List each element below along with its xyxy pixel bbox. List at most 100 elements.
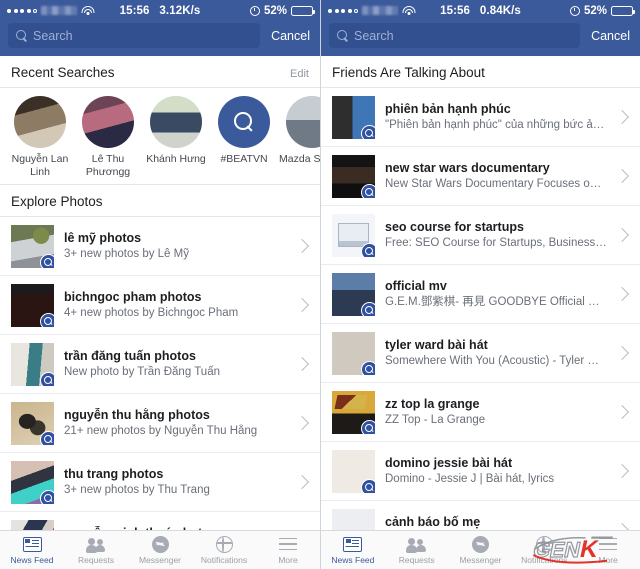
left-status-bar: 15:56 3.12K/s 52% <box>0 0 320 21</box>
list-item-subtitle: New Star Wars Documentary Focuses on the… <box>385 178 607 190</box>
chevron-right-icon <box>614 522 630 530</box>
notifications-globe-icon <box>215 535 233 553</box>
recent-searches-strip[interactable]: Nguyễn Lan Linh Lê Thu Phươngg Khánh Hưn… <box>0 88 320 185</box>
carrier-name-blurred <box>41 6 77 15</box>
list-item-subtitle: Domino - Jessie J | Bài hát, lyrics <box>385 473 555 485</box>
list-item[interactable]: domino jessie bài hát Domino - Jessie J … <box>321 442 640 501</box>
search-badge-icon <box>361 419 375 434</box>
right-status-left <box>328 6 415 16</box>
tab-label: Notifications <box>521 554 568 565</box>
left-status-time: 15:56 <box>119 4 150 17</box>
list-item-title: domino jessie bài hát <box>385 456 513 470</box>
list-item-text: cảnh báo bố mẹ Cảnh báo bố mẹ: 6 tình hu… <box>385 515 607 530</box>
right-search-input[interactable]: Search <box>329 23 581 48</box>
list-item-text: phiên bản hạnh phúc "Phiên bản hạnh phúc… <box>385 102 607 132</box>
recent-searches-header: Recent Searches Edit <box>0 56 320 88</box>
tab-messenger[interactable]: Messenger <box>449 535 513 565</box>
list-item[interactable]: phiên bản hạnh phúc "Phiên bản hạnh phúc… <box>321 88 640 147</box>
list-item[interactable]: zz top la grange ZZ Top - La Grange <box>321 383 640 442</box>
list-item[interactable]: lê mỹ photos 3+ new photos by Lê Mỹ <box>0 217 320 276</box>
list-item[interactable]: bichngoc pham photos 4+ new photos by Bi… <box>0 276 320 335</box>
search-icon <box>337 30 348 41</box>
list-item-subtitle: 3+ new photos by Lê Mỹ <box>64 248 189 260</box>
left-battery-percent: 52% <box>263 4 287 17</box>
tab-label: Notifications <box>200 554 248 565</box>
explore-photos-title: Explore Photos <box>11 194 103 209</box>
right-cancel-button[interactable]: Cancel <box>580 29 632 43</box>
list-item-subtitle: ZZ Top - La Grange <box>385 414 486 426</box>
requests-icon <box>85 536 107 553</box>
chevron-right-icon <box>294 474 310 490</box>
list-item-subtitle: 4+ new photos by Bichngoc Pham <box>64 307 239 319</box>
list-item-title: cảnh báo bố mẹ <box>385 515 481 529</box>
recent-search-item[interactable]: Khánh Hưng <box>142 96 210 178</box>
recent-search-item[interactable]: Nguyễn Lan Linh <box>6 96 74 178</box>
list-item[interactable]: nguyễn minh thuý photos 45+ new photos b… <box>0 512 320 530</box>
tab-news-feed[interactable]: News Feed <box>321 536 385 565</box>
right-status-time: 15:56 <box>440 4 471 17</box>
list-item[interactable]: seo course for startups Free: SEO Course… <box>321 206 640 265</box>
tab-notifications[interactable]: Notifications <box>512 535 576 565</box>
left-status-right: 52% <box>249 4 316 17</box>
search-badge-icon <box>40 371 54 386</box>
list-item[interactable]: trần đăng tuấn photos New photo by Trần … <box>0 335 320 394</box>
recent-search-item[interactable]: Mazda Skyact <box>278 96 320 178</box>
list-item-text: tyler ward bài hát Somewhere With You (A… <box>385 338 607 368</box>
news-feed-icon <box>22 536 42 553</box>
thumbnail <box>11 224 54 268</box>
recent-searches-edit-button[interactable]: Edit <box>290 68 309 80</box>
search-badge-icon <box>40 312 54 327</box>
list-item[interactable]: nguyễn thu hằng photos 21+ new photos by… <box>0 394 320 453</box>
chevron-right-icon <box>294 297 310 313</box>
notifications-globe-icon <box>535 535 553 553</box>
thumbnail <box>332 449 375 493</box>
wifi-icon <box>402 6 415 16</box>
recent-search-label: Lê Thu Phươngg <box>85 153 131 178</box>
thumbnail <box>332 331 375 375</box>
list-item-title: tyler ward bài hát <box>385 338 488 352</box>
list-item[interactable]: new star wars documentary New Star Wars … <box>321 147 640 206</box>
messenger-icon <box>471 535 489 553</box>
requests-icon <box>406 536 427 553</box>
list-item[interactable]: thu trang photos 3+ new photos by Thu Tr… <box>0 453 320 512</box>
search-badge-icon <box>361 242 375 257</box>
search-badge-icon <box>361 478 375 493</box>
tab-more[interactable]: More <box>256 536 320 565</box>
list-item-title: seo course for startups <box>385 220 524 234</box>
list-item-subtitle: Somewhere With You (Acoustic) - Tyler Wa… <box>385 355 607 367</box>
list-item-subtitle: 3+ new photos by Thu Trang <box>64 484 210 496</box>
list-item-text: lê mỹ photos 3+ new photos by Lê Mỹ <box>64 231 287 261</box>
thumbnail <box>332 390 375 434</box>
search-badge-icon <box>40 253 54 268</box>
recent-search-item[interactable]: #BEATVN <box>210 96 278 178</box>
left-search-input[interactable]: Search <box>8 23 261 48</box>
signal-strength-icon <box>7 8 37 13</box>
tab-messenger[interactable]: Messenger <box>128 535 192 565</box>
left-cancel-button[interactable]: Cancel <box>260 29 312 43</box>
list-item[interactable]: official mv G.E.M.鄧紫棋- 再見 GOODBYE Offici… <box>321 265 640 324</box>
list-item-subtitle: Free: SEO Course for Startups, Businesse… <box>385 237 607 249</box>
list-item[interactable]: tyler ward bài hát Somewhere With You (A… <box>321 324 640 383</box>
thumbnail <box>11 401 54 445</box>
screenshot-root: 15:56 3.12K/s 52% Search Cancel Recent S… <box>0 0 640 569</box>
left-status-left <box>7 6 94 16</box>
list-item-text: domino jessie bài hát Domino - Jessie J … <box>385 456 607 486</box>
tab-requests[interactable]: Requests <box>64 536 128 565</box>
tab-more[interactable]: More <box>576 536 640 565</box>
chevron-right-icon <box>614 227 630 243</box>
right-status-right: 52% <box>569 5 636 17</box>
chevron-right-icon <box>614 109 630 125</box>
tab-requests[interactable]: Requests <box>385 536 449 565</box>
thumbnail <box>332 272 375 316</box>
list-item-subtitle: "Phiên bản hạnh phúc" của những bức ảnh … <box>385 119 607 131</box>
tab-notifications[interactable]: Notifications <box>192 535 256 565</box>
chevron-right-icon <box>294 356 310 372</box>
list-item[interactable]: cảnh báo bố mẹ Cảnh báo bố mẹ: 6 tình hu… <box>321 501 640 530</box>
list-item-text: official mv G.E.M.鄧紫棋- 再見 GOODBYE Offici… <box>385 279 607 309</box>
messenger-icon <box>151 535 169 553</box>
tab-label: News Feed <box>10 554 54 565</box>
thumbnail <box>11 283 54 327</box>
list-item-title: zz top la grange <box>385 397 480 411</box>
tab-news-feed[interactable]: News Feed <box>0 536 64 565</box>
recent-search-item[interactable]: Lê Thu Phươngg <box>74 96 142 178</box>
